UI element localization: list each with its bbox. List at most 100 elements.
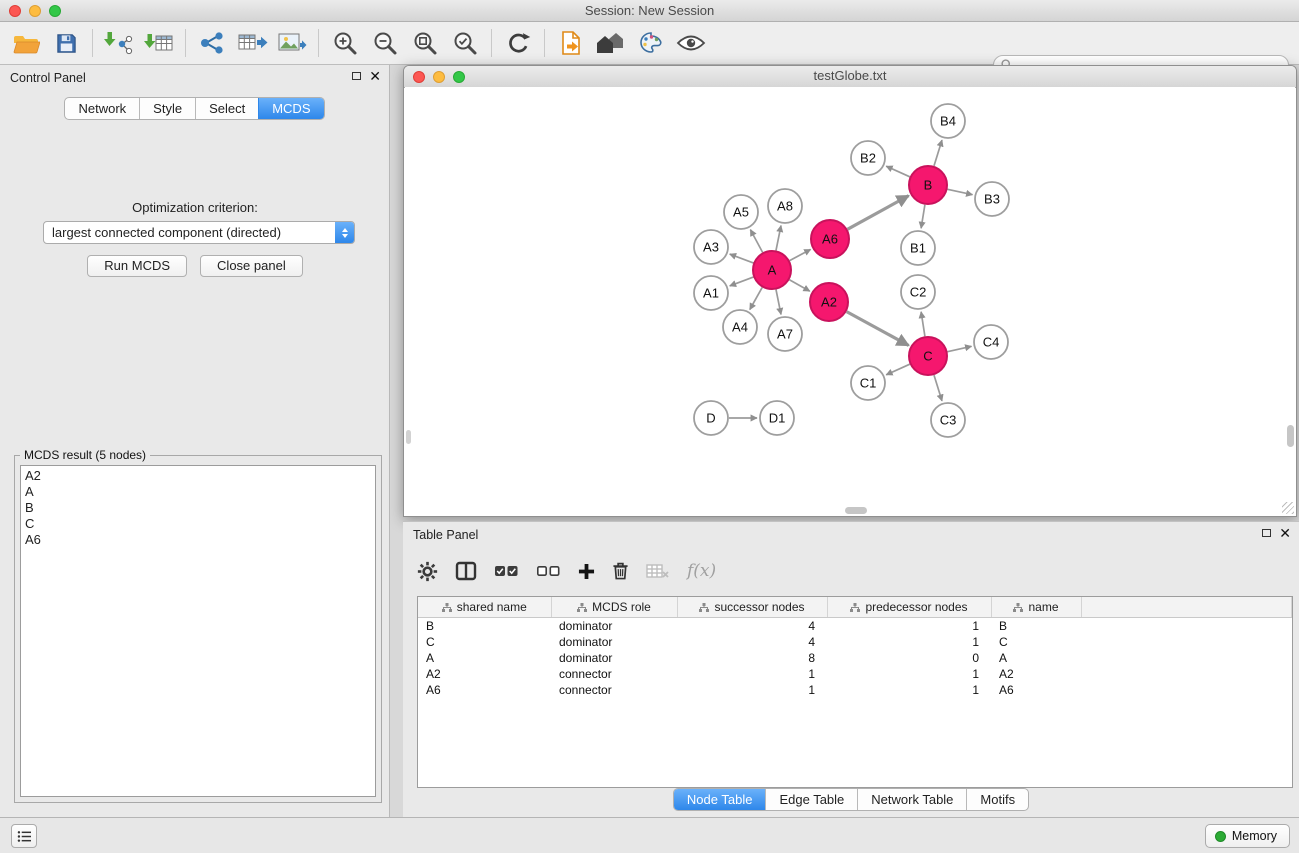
table-row[interactable]: Cdominator41C: [418, 634, 1292, 650]
mcds-result-item[interactable]: A2: [25, 468, 371, 484]
mcds-result-item[interactable]: B: [25, 500, 371, 516]
zoom-selected-icon[interactable]: [445, 25, 485, 61]
table-cell[interactable]: 1: [827, 682, 991, 698]
network-node-A2[interactable]: A2: [810, 283, 848, 321]
network-edge-A-A1[interactable]: [730, 277, 754, 286]
network-node-A5[interactable]: A5: [724, 195, 758, 229]
left-scrollbar-thumb[interactable]: [406, 430, 411, 444]
column-header-successor-nodes[interactable]: successor nodes: [677, 597, 827, 618]
zoom-out-icon[interactable]: [365, 25, 405, 61]
network-edge-B-B3[interactable]: [948, 189, 973, 194]
tab-network-table[interactable]: Network Table: [857, 789, 966, 810]
network-minimize-button[interactable]: [433, 71, 445, 83]
network-edge-A-A6[interactable]: [790, 249, 811, 260]
home-icon[interactable]: [591, 25, 631, 61]
table-cell[interactable]: B: [418, 618, 551, 635]
table-cell[interactable]: C: [991, 634, 1081, 650]
column-header-predecessor-nodes[interactable]: predecessor nodes: [827, 597, 991, 618]
network-window-titlebar[interactable]: testGlobe.txt: [404, 66, 1296, 88]
table-row[interactable]: A6connector11A6: [418, 682, 1292, 698]
memory-button[interactable]: Memory: [1205, 824, 1290, 848]
tab-motifs[interactable]: Motifs: [966, 789, 1028, 810]
task-history-button[interactable]: [11, 824, 37, 848]
network-node-C3[interactable]: C3: [931, 403, 965, 437]
zoom-window-button[interactable]: [49, 5, 61, 17]
open-session-icon[interactable]: [551, 25, 591, 61]
zoom-in-icon[interactable]: [325, 25, 365, 61]
network-zoom-button[interactable]: [453, 71, 465, 83]
mcds-result-item[interactable]: A: [25, 484, 371, 500]
add-column-plus-icon[interactable]: [578, 563, 595, 580]
network-node-C1[interactable]: C1: [851, 366, 885, 400]
mcds-result-item[interactable]: C: [25, 516, 371, 532]
network-node-A[interactable]: A: [753, 251, 791, 289]
table-cell[interactable]: 0: [827, 650, 991, 666]
network-node-B2[interactable]: B2: [851, 141, 885, 175]
network-node-C4[interactable]: C4: [974, 325, 1008, 359]
network-close-button[interactable]: [413, 71, 425, 83]
export-table-icon[interactable]: [232, 25, 272, 61]
network-edge-A-A3[interactable]: [730, 254, 754, 263]
tab-edge-table[interactable]: Edge Table: [765, 789, 857, 810]
float-panel-icon[interactable]: [1262, 529, 1271, 537]
network-node-A1[interactable]: A1: [694, 276, 728, 310]
table-cell[interactable]: dominator: [551, 634, 677, 650]
zoom-fit-icon[interactable]: [405, 25, 445, 61]
save-session-icon[interactable]: [46, 25, 86, 61]
horizontal-scrollbar-thumb[interactable]: [845, 507, 867, 514]
network-edge-A-A7[interactable]: [776, 290, 781, 315]
network-node-C2[interactable]: C2: [901, 275, 935, 309]
table-cell[interactable]: 1: [827, 634, 991, 650]
table-cell[interactable]: B: [991, 618, 1081, 635]
new-network-icon[interactable]: [192, 25, 232, 61]
resize-grip[interactable]: [1282, 502, 1294, 514]
tab-mcds[interactable]: MCDS: [258, 98, 323, 119]
network-node-B4[interactable]: B4: [931, 104, 965, 138]
table-settings-gear-icon[interactable]: [417, 561, 438, 582]
open-folder-icon[interactable]: [6, 25, 46, 61]
table-cell[interactable]: 4: [677, 618, 827, 635]
table-row[interactable]: Adominator80A: [418, 650, 1292, 666]
column-header-shared-name[interactable]: shared name: [418, 597, 551, 618]
table-cell[interactable]: A6: [991, 682, 1081, 698]
close-panel-icon[interactable]: ✕: [1279, 527, 1291, 539]
network-edge-A-A4[interactable]: [750, 287, 762, 309]
network-edge-C-C4[interactable]: [948, 346, 972, 351]
table-cell[interactable]: C: [418, 634, 551, 650]
table-cell[interactable]: connector: [551, 666, 677, 682]
network-edge-B-B1[interactable]: [921, 205, 925, 228]
mcds-result-list[interactable]: A2ABCA6: [20, 465, 376, 797]
minimize-window-button[interactable]: [29, 5, 41, 17]
tab-node-table[interactable]: Node Table: [674, 789, 766, 810]
table-cell[interactable]: A6: [418, 682, 551, 698]
close-panel-icon[interactable]: ✕: [369, 70, 381, 82]
table-cell[interactable]: dominator: [551, 650, 677, 666]
network-node-A3[interactable]: A3: [694, 230, 728, 264]
network-node-B[interactable]: B: [909, 166, 947, 204]
network-edge-C-C1[interactable]: [886, 364, 910, 375]
network-edge-C-C3[interactable]: [934, 375, 942, 401]
network-edge-A-A5[interactable]: [750, 230, 762, 253]
network-edge-A-A8[interactable]: [776, 226, 781, 251]
vertical-scrollbar-thumb[interactable]: [1287, 425, 1294, 447]
network-edge-B-B4[interactable]: [934, 140, 942, 166]
network-node-C[interactable]: C: [909, 337, 947, 375]
deselect-all-checkboxes-icon[interactable]: [536, 564, 561, 578]
tab-network[interactable]: Network: [65, 98, 139, 119]
network-node-B1[interactable]: B1: [901, 231, 935, 265]
run-mcds-button[interactable]: Run MCDS: [87, 255, 187, 277]
network-node-B3[interactable]: B3: [975, 182, 1009, 216]
close-window-button[interactable]: [9, 5, 21, 17]
column-header-name[interactable]: name: [991, 597, 1081, 618]
table-cell[interactable]: connector: [551, 682, 677, 698]
select-all-checkboxes-icon[interactable]: [494, 564, 519, 578]
table-cell[interactable]: 1: [827, 618, 991, 635]
delete-column-trash-icon[interactable]: [612, 561, 629, 581]
node-table-container[interactable]: shared nameMCDS rolesuccessor nodesprede…: [417, 596, 1293, 788]
import-table-icon[interactable]: [139, 25, 179, 61]
delete-table-icon[interactable]: [646, 563, 670, 580]
refresh-layout-icon[interactable]: [498, 25, 538, 61]
tab-style[interactable]: Style: [139, 98, 195, 119]
table-cell[interactable]: 1: [827, 666, 991, 682]
tab-select[interactable]: Select: [195, 98, 258, 119]
